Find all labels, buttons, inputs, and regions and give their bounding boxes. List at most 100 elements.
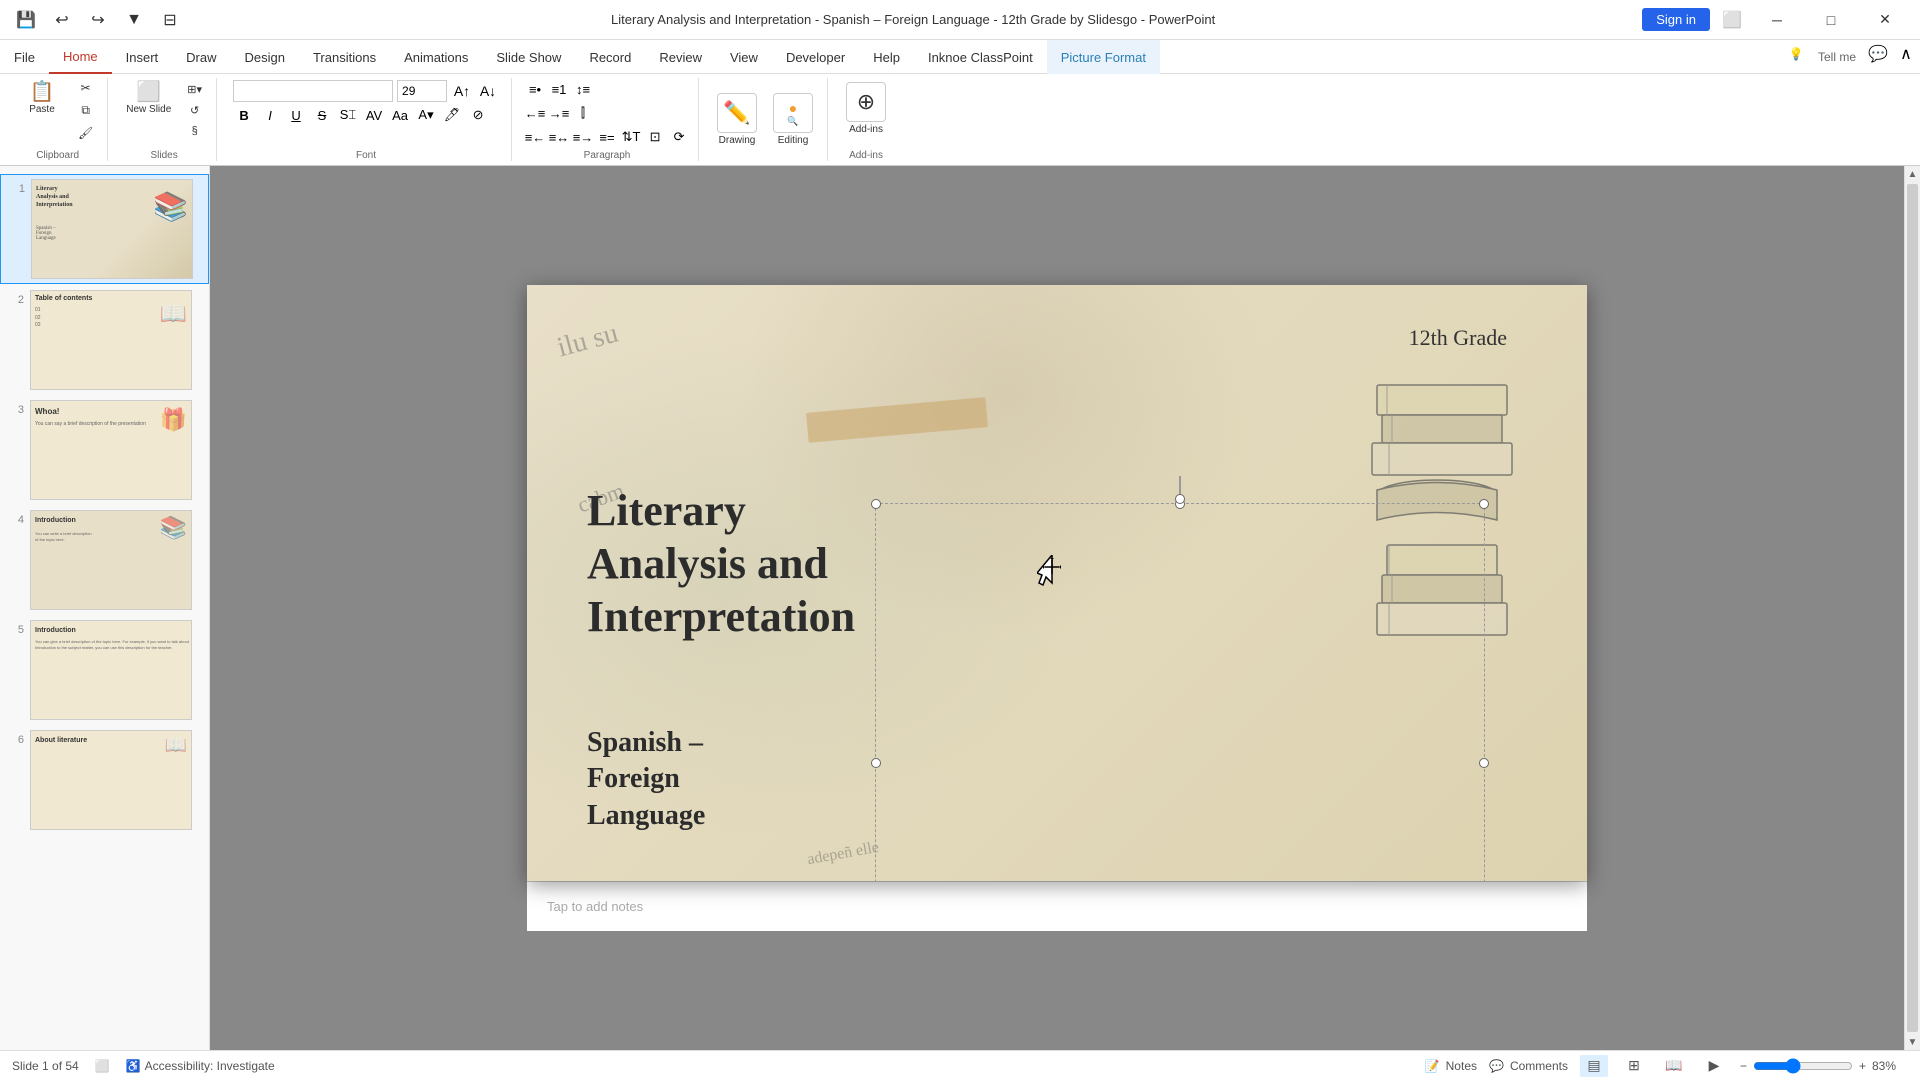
slide-thumb-1[interactable]: 1 LiteraryAnalysis andInterpretation Spa… <box>0 174 209 284</box>
layout-button[interactable]: ⊞▾ <box>181 80 208 99</box>
smart-art-button[interactable]: ⊡ <box>644 126 666 148</box>
highlight-button[interactable]: 🖊 <box>441 104 463 126</box>
font-color-button[interactable]: A▾ <box>415 104 437 126</box>
line-spacing-button[interactable]: ↕≡ <box>572 78 594 100</box>
font-size-box[interactable]: 29 <box>397 80 447 102</box>
undo-icon[interactable]: ↩ <box>48 6 76 34</box>
reading-view-button[interactable]: 📖 <box>1660 1055 1688 1077</box>
status-left: Slide 1 of 54 ⬜ ♿ Accessibility: Investi… <box>12 1059 275 1073</box>
clear-format-button[interactable]: ⊘ <box>467 104 489 126</box>
tab-draw[interactable]: Draw <box>172 40 230 74</box>
bold-button[interactable]: B <box>233 104 255 126</box>
tab-review[interactable]: Review <box>645 40 716 74</box>
underline-button[interactable]: U <box>285 104 307 126</box>
tell-me-icon[interactable]: 💡 <box>1782 40 1810 68</box>
drawing-button[interactable]: ✏️ Drawing <box>711 89 763 150</box>
more-access-icon[interactable]: ⊟ <box>156 6 184 34</box>
convert-smartart-button[interactable]: ⟳ <box>668 126 690 148</box>
maximize-button[interactable]: □ <box>1808 5 1854 35</box>
tab-animations[interactable]: Animations <box>390 40 482 74</box>
font-name-box[interactable] <box>233 80 393 102</box>
close-button[interactable]: ✕ <box>1862 5 1908 35</box>
normal-view-button[interactable]: ▤ <box>1580 1055 1608 1077</box>
increase-font-button[interactable]: A↑ <box>451 80 473 102</box>
redo-icon[interactable]: ↪ <box>84 6 112 34</box>
align-left-button[interactable]: ≡← <box>524 126 546 148</box>
bullets-button[interactable]: ≡• <box>524 78 546 100</box>
tab-file[interactable]: File <box>0 40 49 74</box>
zoom-slider[interactable] <box>1753 1058 1853 1074</box>
tab-record[interactable]: Record <box>575 40 645 74</box>
accessibility-button[interactable]: ♿ Accessibility: Investigate <box>126 1059 275 1073</box>
copy-button[interactable]: ⧉ <box>72 100 99 121</box>
tab-slideshow[interactable]: Slide Show <box>482 40 575 74</box>
slide-thumb-3[interactable]: 3 Whoa! You can say a brief description … <box>0 396 209 504</box>
slide-thumb-6[interactable]: 6 About literature 📖 <box>0 726 209 834</box>
new-slide-button[interactable]: ⬜ New Slide <box>120 78 177 119</box>
tab-design[interactable]: Design <box>231 40 299 74</box>
scroll-down-button[interactable]: ▼ <box>1905 1034 1920 1050</box>
customize-icon[interactable]: ▼ <box>120 6 148 34</box>
slide-thumb-2[interactable]: 2 Table of contents 010203 📖 <box>0 286 209 394</box>
slideshow-button[interactable]: ▶ <box>1700 1055 1728 1077</box>
tab-view[interactable]: View <box>716 40 772 74</box>
comments-status-button[interactable]: 💬 Comments <box>1489 1059 1568 1073</box>
paste-button[interactable]: 📋 Paste <box>16 78 68 119</box>
justify-button[interactable]: ≡= <box>596 126 618 148</box>
char-spacing-button[interactable]: AV <box>363 104 385 126</box>
tab-transitions[interactable]: Transitions <box>299 40 390 74</box>
font-area: 29 A↑ A↓ B I U S S⌶ AV Aa A▾ 🖊 <box>229 78 503 128</box>
slide-sorter-button[interactable]: ⊞ <box>1620 1055 1648 1077</box>
tab-home[interactable]: Home <box>49 40 112 74</box>
format-painter-button[interactable]: 🖌 <box>72 123 99 143</box>
text-shadow-button[interactable]: S⌶ <box>337 104 359 126</box>
tab-help[interactable]: Help <box>859 40 914 74</box>
zoom-out-icon[interactable]: − <box>1740 1059 1747 1073</box>
align-center-button[interactable]: ≡↔ <box>548 126 570 148</box>
decrease-font-button[interactable]: A↓ <box>477 80 499 102</box>
zoom-in-icon[interactable]: + <box>1859 1059 1866 1073</box>
right-scrollbar[interactable]: ▲ ▼ <box>1904 166 1920 1050</box>
scroll-thumb[interactable] <box>1907 184 1918 1032</box>
tab-insert[interactable]: Insert <box>112 40 173 74</box>
change-case-button[interactable]: Aa <box>389 104 411 126</box>
increase-indent-button[interactable]: →≡ <box>548 102 570 124</box>
editing-button[interactable]: ● 🔍 Editing <box>767 89 819 150</box>
collapse-ribbon-icon[interactable]: ∧ <box>1892 40 1920 68</box>
ribbon-group-addins: ⊕ Add-ins Add-ins <box>832 78 900 161</box>
columns-button[interactable]: ⫿ <box>572 102 594 124</box>
zoom-control[interactable]: − + 83% <box>1740 1058 1908 1074</box>
tab-classpoint[interactable]: Inknoe ClassPoint <box>914 40 1047 74</box>
italic-button[interactable]: I <box>259 104 281 126</box>
add-ins-button[interactable]: ⊕ Add-ins <box>840 78 892 139</box>
save-icon[interactable]: 💾 <box>12 6 40 34</box>
slide-thumb-4[interactable]: 4 Introduction 📚 You can write a brief d… <box>0 506 209 614</box>
text-direction-button[interactable]: ⇅T <box>620 126 642 148</box>
strikethrough-button[interactable]: S <box>311 104 333 126</box>
ribbon-group-paragraph: ≡• ≡1 ↕≡ ←≡ →≡ ⫿ ≡← ≡↔ ≡→ ≡= ⇅T <box>516 78 699 161</box>
canvas-area[interactable]: ilu su cabm adepeñ elle fgr y um abmic L… <box>210 166 1904 1050</box>
tab-developer[interactable]: Developer <box>772 40 859 74</box>
notes-view-btn[interactable]: ⬜ <box>95 1059 110 1073</box>
cut-button[interactable]: ✂ <box>72 78 99 98</box>
section-button[interactable]: § <box>181 122 208 140</box>
slide-subtitle[interactable]: Spanish – Foreign Language <box>587 725 705 834</box>
notes-area[interactable]: Tap to add notes <box>527 881 1587 931</box>
align-right-button[interactable]: ≡→ <box>572 126 594 148</box>
ribbon-display-icon[interactable]: ⬜ <box>1718 6 1746 34</box>
slide-title[interactable]: Literary Analysis and Interpretation <box>587 485 855 643</box>
slide-thumb-5[interactable]: 5 Introduction You can give a brief desc… <box>0 616 209 724</box>
scroll-up-button[interactable]: ▲ <box>1905 166 1920 182</box>
tell-me-input[interactable]: Tell me <box>1810 40 1864 73</box>
reset-button[interactable]: ↺ <box>181 101 208 120</box>
numbering-button[interactable]: ≡1 <box>548 78 570 100</box>
font-group-label: Font <box>229 148 503 161</box>
minimize-button[interactable]: ─ <box>1754 5 1800 35</box>
comments-icon[interactable]: 💬 <box>1864 40 1892 68</box>
notes-button[interactable]: 📝 Notes <box>1425 1059 1477 1073</box>
decrease-indent-button[interactable]: ←≡ <box>524 102 546 124</box>
zoom-level[interactable]: 83% <box>1872 1059 1908 1073</box>
tab-picture-format[interactable]: Picture Format <box>1047 40 1160 74</box>
sign-in-button[interactable]: Sign in <box>1642 8 1710 31</box>
slide-canvas[interactable]: ilu su cabm adepeñ elle fgr y um abmic L… <box>527 285 1587 881</box>
